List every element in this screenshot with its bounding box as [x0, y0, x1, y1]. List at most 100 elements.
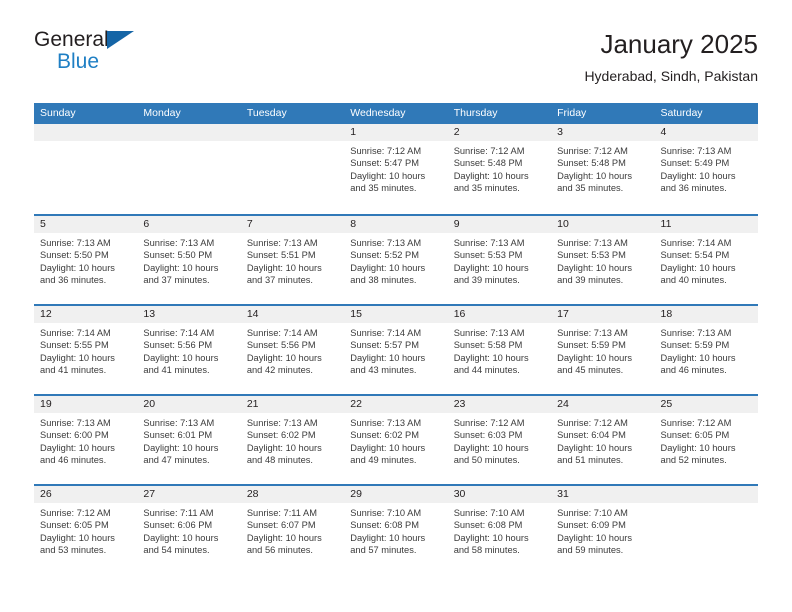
day-cell[interactable]: 30 Sunrise: 7:10 AM Sunset: 6:08 PM Dayligh… [447, 486, 552, 574]
day-cell[interactable]: 1 Sunrise: 7:12 AM Sunset: 5:47 PM Daylight… [344, 124, 448, 214]
sunset-text: Sunset: 6:08 PM [453, 520, 523, 531]
day-cell[interactable]: 2 Sunrise: 7:12 AM Sunset: 5:48 PM Daylight… [447, 124, 552, 214]
sunset-text: Sunset: 5:55 PM [40, 340, 109, 351]
day-number: 28 [240, 486, 345, 503]
daylight-text-line2: and 44 minutes. [453, 365, 520, 376]
sunrise-text: Sunrise: 7:12 AM [453, 146, 525, 156]
sunset-text: Sunset: 5:53 PM [453, 250, 523, 261]
daylight-text-line1: Daylight: 10 hours [660, 442, 736, 453]
daylight-text-line1: Daylight: 10 hours [350, 532, 426, 543]
day-details: Sunrise: 7:12 AM Sunset: 5:48 PM Daylight:… [448, 141, 551, 195]
sunset-text: Sunset: 5:47 PM [350, 158, 419, 169]
daylight-text-line1: Daylight: 10 hours [246, 442, 322, 453]
day-cell[interactable]: 13 Sunrise: 7:14 AM Sunset: 5:56 PM Dayligh… [137, 306, 241, 394]
day-cell[interactable]: 9 Sunrise: 7:13 AM Sunset: 5:53 PM Daylight… [447, 216, 552, 304]
day-number [34, 124, 138, 141]
daylight-text-line2: and 49 minutes. [350, 455, 417, 466]
day-cell[interactable]: 18 Sunrise: 7:13 AM Sunset: 5:59 PM Dayligh… [654, 306, 758, 394]
daylight-text-line1: Daylight: 10 hours [40, 442, 115, 453]
day-number [137, 124, 241, 141]
day-details: Sunrise: 7:13 AM Sunset: 5:53 PM Daylight:… [551, 233, 654, 287]
day-cell[interactable]: 12 Sunrise: 7:14 AM Sunset: 5:55 PM Dayligh… [34, 306, 138, 394]
day-cell[interactable]: 5 Sunrise: 7:13 AM Sunset: 5:50 PM Daylight… [34, 216, 138, 304]
day-cell[interactable]: 26 Sunrise: 7:12 AM Sunset: 6:05 PM Dayligh… [34, 486, 138, 574]
day-details: Sunrise: 7:13 AM Sunset: 6:01 PM Daylight:… [137, 413, 240, 467]
day-cell[interactable]: 19 Sunrise: 7:13 AM Sunset: 6:00 PM Dayligh… [34, 396, 138, 484]
day-cell[interactable]: 4 Sunrise: 7:13 AM Sunset: 5:49 PM Daylight… [654, 124, 758, 214]
daylight-text-line2: and 36 minutes. [660, 183, 727, 194]
daylight-text-line2: and 46 minutes. [660, 365, 727, 376]
daylight-text-line2: and 35 minutes. [453, 183, 520, 194]
sunset-text: Sunset: 6:05 PM [40, 520, 109, 531]
day-details: Sunrise: 7:12 AM Sunset: 5:47 PM Daylight:… [344, 141, 447, 195]
daylight-text-line2: and 41 minutes. [143, 365, 210, 376]
day-details: Sunrise: 7:12 AM Sunset: 5:48 PM Daylight:… [551, 141, 654, 195]
brand-logo[interactable]: General Blue [34, 28, 234, 88]
daylight-text-line2: and 45 minutes. [557, 365, 624, 376]
day-cell[interactable]: 16 Sunrise: 7:13 AM Sunset: 5:58 PM Dayligh… [447, 306, 552, 394]
sunset-text: Sunset: 5:58 PM [453, 340, 523, 351]
sunrise-text: Sunrise: 7:13 AM [40, 238, 111, 248]
sunrise-text: Sunrise: 7:12 AM [557, 146, 628, 156]
sunrise-text: Sunrise: 7:10 AM [350, 508, 422, 518]
day-details: Sunrise: 7:13 AM Sunset: 5:59 PM Daylight:… [551, 323, 654, 377]
sunrise-text: Sunrise: 7:14 AM [143, 328, 215, 338]
day-details: Sunrise: 7:10 AM Sunset: 6:09 PM Daylight:… [551, 503, 654, 557]
weekday-header-saturday: Saturday [660, 107, 703, 119]
sunset-text: Sunset: 5:49 PM [660, 158, 730, 169]
daylight-text-line2: and 56 minutes. [246, 545, 313, 556]
daylight-text-line1: Daylight: 10 hours [40, 352, 115, 363]
day-details: Sunrise: 7:10 AM Sunset: 6:08 PM Daylight:… [448, 503, 551, 557]
day-details: Sunrise: 7:13 AM Sunset: 6:02 PM Daylight:… [344, 413, 447, 467]
daylight-text-line1: Daylight: 10 hours [350, 352, 426, 363]
day-cell[interactable]: 8 Sunrise: 7:13 AM Sunset: 5:52 PM Daylight… [344, 216, 448, 304]
day-cell[interactable]: 15 Sunrise: 7:14 AM Sunset: 5:57 PM Dayligh… [344, 306, 448, 394]
day-cell[interactable]: 31 Sunrise: 7:10 AM Sunset: 6:09 PM Dayligh… [551, 486, 655, 574]
day-cell[interactable]: 28 Sunrise: 7:11 AM Sunset: 6:07 PM Dayligh… [240, 486, 345, 574]
sunset-text: Sunset: 6:06 PM [143, 520, 213, 531]
sunrise-text: Sunrise: 7:13 AM [246, 238, 318, 248]
page-title: January 2025 [600, 29, 758, 59]
day-details: Sunrise: 7:13 AM Sunset: 5:49 PM Daylight:… [655, 141, 758, 195]
day-number: 9 [447, 216, 552, 233]
day-cell[interactable]: 10 Sunrise: 7:13 AM Sunset: 5:53 PM Dayligh… [551, 216, 655, 304]
day-cell[interactable]: 23 Sunrise: 7:12 AM Sunset: 6:03 PM Dayligh… [447, 396, 552, 484]
daylight-text-line1: Daylight: 10 hours [453, 352, 529, 363]
day-number: 14 [240, 306, 345, 323]
day-details: Sunrise: 7:13 AM Sunset: 5:58 PM Daylight:… [448, 323, 551, 377]
day-number: 3 [551, 124, 655, 141]
day-number: 5 [34, 216, 138, 233]
day-number: 18 [654, 306, 758, 323]
day-details: Sunrise: 7:12 AM Sunset: 6:05 PM Daylight:… [655, 413, 758, 467]
day-cell[interactable]: 29 Sunrise: 7:10 AM Sunset: 6:08 PM Dayligh… [344, 486, 448, 574]
day-details: Sunrise: 7:13 AM Sunset: 5:53 PM Daylight:… [448, 233, 551, 287]
day-cell[interactable]: 6 Sunrise: 7:13 AM Sunset: 5:50 PM Daylight… [137, 216, 241, 304]
daylight-text-line2: and 41 minutes. [40, 365, 107, 376]
day-cell[interactable]: 22 Sunrise: 7:13 AM Sunset: 6:02 PM Dayligh… [344, 396, 448, 484]
day-cell[interactable]: 21 Sunrise: 7:13 AM Sunset: 6:02 PM Dayligh… [240, 396, 345, 484]
day-cell[interactable]: 20 Sunrise: 7:13 AM Sunset: 6:01 PM Dayligh… [137, 396, 241, 484]
day-cell[interactable]: 27 Sunrise: 7:11 AM Sunset: 6:06 PM Dayligh… [137, 486, 241, 574]
day-number: 19 [34, 396, 138, 413]
sunset-text: Sunset: 6:01 PM [143, 430, 213, 441]
daylight-text-line2: and 37 minutes. [246, 275, 313, 286]
day-cell[interactable]: 3 Sunrise: 7:12 AM Sunset: 5:48 PM Daylight… [551, 124, 655, 214]
day-cell[interactable]: 17 Sunrise: 7:13 AM Sunset: 5:59 PM Dayligh… [551, 306, 655, 394]
day-cell[interactable]: 14 Sunrise: 7:14 AM Sunset: 5:56 PM Dayligh… [240, 306, 345, 394]
day-details: Sunrise: 7:14 AM Sunset: 5:57 PM Daylight:… [344, 323, 447, 377]
day-cell[interactable]: 11 Sunrise: 7:14 AM Sunset: 5:54 PM Dayligh… [654, 216, 758, 304]
day-cell[interactable]: 25 Sunrise: 7:12 AM Sunset: 6:05 PM Dayligh… [654, 396, 758, 484]
sunrise-text: Sunrise: 7:10 AM [453, 508, 525, 518]
daylight-text-line2: and 42 minutes. [246, 365, 313, 376]
day-details: Sunrise: 7:12 AM Sunset: 6:04 PM Daylight:… [551, 413, 654, 467]
page-subtitle: Hyderabad, Sindh, Pakistan [584, 68, 758, 84]
sunset-text: Sunset: 5:51 PM [246, 250, 316, 261]
day-cell[interactable]: 7 Sunrise: 7:13 AM Sunset: 5:51 PM Daylight… [240, 216, 345, 304]
sunrise-text: Sunrise: 7:13 AM [143, 418, 215, 428]
sunset-text: Sunset: 6:04 PM [557, 430, 626, 441]
day-number: 2 [447, 124, 552, 141]
sunset-text: Sunset: 6:00 PM [40, 430, 109, 441]
day-details: Sunrise: 7:14 AM Sunset: 5:55 PM Daylight:… [34, 323, 137, 377]
day-details: Sunrise: 7:13 AM Sunset: 6:02 PM Daylight:… [241, 413, 344, 467]
day-cell[interactable]: 24 Sunrise: 7:12 AM Sunset: 6:04 PM Dayligh… [551, 396, 655, 484]
